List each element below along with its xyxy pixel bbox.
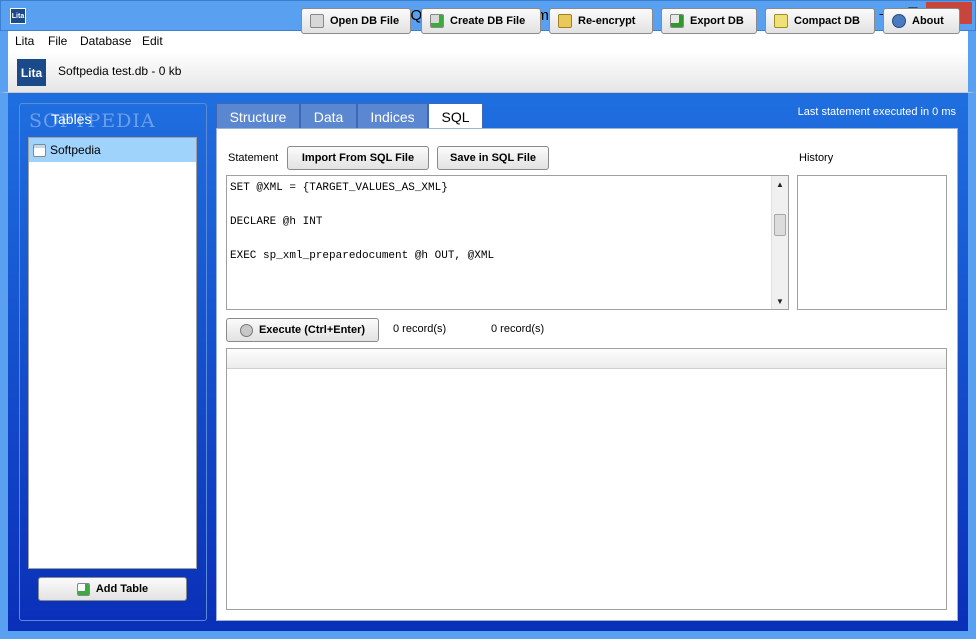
gear-icon [239,323,253,337]
re-encrypt-button[interactable]: Re-encrypt [549,8,653,34]
compact-db-button[interactable]: Compact DB [765,8,875,34]
create-db-button[interactable]: Create DB File [421,8,541,34]
export-icon [670,14,684,28]
tables-list[interactable] [28,137,197,569]
records-count: 0 record(s) [393,323,447,335]
statement-label: Statement [228,152,279,164]
results-grid[interactable] [226,348,947,610]
compact-icon [774,14,788,28]
tables-header: SOFTPEDIA Tables [29,110,155,132]
scroll-down-icon[interactable]: ▼ [772,293,788,309]
tab-sql[interactable]: SQL [428,103,483,130]
tab-data[interactable]: Data [300,103,357,129]
execute-button[interactable]: Execute (Ctrl+Enter) [226,318,379,342]
menu-lita[interactable]: Lita [15,34,34,48]
results-header [227,349,946,369]
status-text: Last statement executed in 0 ms [797,106,956,118]
database-icon [310,14,324,28]
compact-db-label: Compact DB [794,15,861,27]
about-button[interactable]: About [883,8,960,34]
add-table-label: Add Table [95,583,149,595]
add-table-icon [76,582,90,596]
execute-label: Execute (Ctrl+Enter) [258,324,366,336]
lita-logo: Lita [17,59,46,86]
database-add-icon [430,14,444,28]
scroll-up-icon[interactable]: ▲ [772,176,788,192]
about-label: About [912,15,944,27]
import-sql-button[interactable]: Import From SQL File [287,146,429,170]
records-count-2: 0 record(s) [491,323,545,335]
db-info: Softpedia test.db - 0 kb [58,64,182,78]
history-list[interactable] [797,175,947,310]
table-icon [33,143,46,157]
sql-code[interactable]: SET @XML = {TARGET_VALUES_AS_XML} DECLAR… [230,180,494,265]
menu-database[interactable]: Database [80,34,131,48]
scroll-thumb[interactable] [774,214,786,236]
toolbar: Lita Softpedia test.db - 0 kb [0,51,976,93]
info-icon [892,14,906,28]
save-sql-button[interactable]: Save in SQL File [437,146,549,170]
create-db-label: Create DB File [450,15,526,27]
tables-header-label: Tables [51,111,92,127]
tab-structure[interactable]: Structure [216,103,300,129]
open-db-button[interactable]: Open DB File [301,8,411,34]
menu-bar: Lita File Database Edit [0,31,976,51]
export-db-button[interactable]: Export DB [661,8,757,34]
watermark: SOFTPEDIA [29,110,156,132]
history-label: History [799,152,834,164]
re-encrypt-label: Re-encrypt [578,15,636,27]
sql-editor[interactable]: SET @XML = {TARGET_VALUES_AS_XML} DECLAR… [226,175,789,310]
key-icon [558,14,572,28]
editor-scrollbar[interactable]: ▲ ▼ [771,176,788,309]
open-db-label: Open DB File [330,15,400,27]
menu-file[interactable]: File [48,34,67,48]
menu-edit[interactable]: Edit [142,34,163,48]
add-table-button[interactable]: Add Table [38,577,187,601]
table-item[interactable]: Softpedia [29,138,196,162]
table-item-label: Softpedia [50,143,101,157]
export-db-label: Export DB [690,15,744,27]
tab-indices[interactable]: Indices [357,103,428,129]
